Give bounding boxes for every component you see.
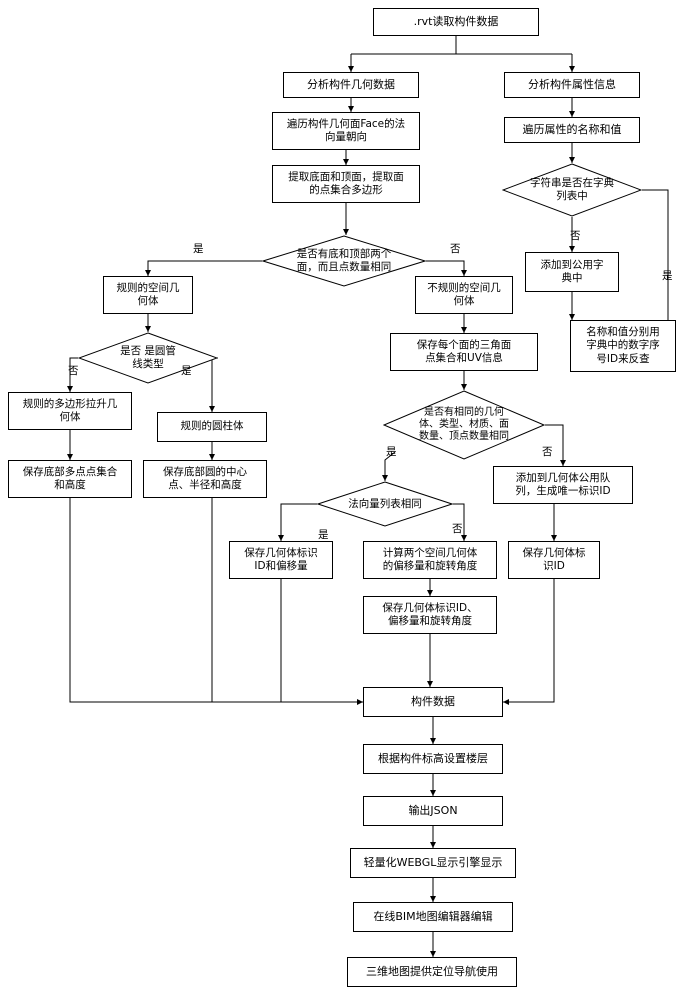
edge-label-yes-normal-list: 是	[318, 529, 329, 541]
node-label: 规则的圆柱体	[180, 420, 244, 433]
edge-label-yes-top-bottom: 是	[193, 243, 204, 255]
node-save-bottom-points-height[interactable]: 保存底部多点点集合 和高度	[8, 460, 132, 498]
node-label: 规则的空间几 何体	[116, 281, 180, 307]
node-label: 保存几何体标识 ID和偏移量	[244, 546, 318, 572]
node-add-to-shared-queue[interactable]: 添加到几何体公用队 列，生成唯一标识ID	[493, 466, 633, 504]
edge-label-no-pipe: 否	[68, 365, 79, 377]
node-label: 构件数据	[411, 695, 455, 709]
node-set-floor-by-elevation[interactable]: 根据构件标高设置楼层	[363, 744, 503, 774]
node-label: 三维地图提供定位导航使用	[366, 965, 498, 979]
diamond-shape	[502, 163, 642, 217]
node-label: 保存底部圆的中心 点、半径和高度	[163, 465, 247, 491]
flowchart-canvas: .rvt读取构件数据 分析构件几何数据 分析构件属性信息 遍历构件几何面Face…	[0, 0, 682, 1000]
decision-is-pipe-type[interactable]: 是否 是圆管 线类型	[78, 332, 218, 384]
node-label: 保存几何体标识ID、 偏移量和旋转角度	[382, 601, 478, 627]
node-label: 不规则的空间几 何体	[427, 281, 501, 307]
node-lookup-by-dictionary-id[interactable]: 名称和值分别用 字典中的数字序 号ID来反查	[570, 320, 676, 372]
node-label: 轻量化WEBGL显示引擎显示	[363, 856, 503, 870]
node-rvt-read[interactable]: .rvt读取构件数据	[373, 8, 539, 36]
decision-normal-list-same[interactable]: 法向量列表相同	[317, 481, 453, 527]
diamond-shape	[383, 390, 545, 460]
node-traverse-property-name-value[interactable]: 遍历属性的名称和值	[504, 117, 640, 143]
decision-has-top-bottom-faces[interactable]: 是否有底和顶部两个 面，而且点数量相同	[262, 235, 426, 287]
node-label: 保存每个面的三角面 点集合和UV信息	[416, 338, 512, 364]
node-irregular-solid[interactable]: 不规则的空间几 何体	[415, 276, 513, 314]
node-label: 提取底面和顶面，提取面 的点集合多边形	[288, 170, 404, 196]
node-analyze-properties[interactable]: 分析构件属性信息	[504, 72, 640, 98]
node-label: 遍历构件几何面Face的法 向量朝向	[286, 117, 406, 143]
node-label: 添加到公用字 典中	[540, 258, 604, 284]
node-analyze-geometry[interactable]: 分析构件几何数据	[283, 72, 419, 98]
node-label: 规则的多边形拉升几 何体	[22, 397, 118, 423]
decision-string-in-dictionary[interactable]: 字符串是否在字典 列表中	[502, 163, 642, 217]
node-save-id-offset-rotation[interactable]: 保存几何体标识ID、 偏移量和旋转角度	[363, 596, 497, 634]
node-label: 添加到几何体公用队 列，生成唯一标识ID	[515, 471, 611, 497]
node-3d-map-navigation[interactable]: 三维地图提供定位导航使用	[347, 957, 517, 987]
edge-label-yes-dictionary: 是	[662, 270, 673, 282]
node-regular-extruded-polygon[interactable]: 规则的多边形拉升几 何体	[8, 392, 132, 430]
node-regular-cylinder[interactable]: 规则的圆柱体	[157, 412, 267, 442]
node-label: 输出JSON	[408, 804, 458, 818]
node-label: 保存底部多点点集合 和高度	[22, 465, 118, 491]
node-output-json[interactable]: 输出JSON	[363, 796, 503, 826]
node-label: 计算两个空间几何体 的偏移量和旋转角度	[382, 546, 478, 572]
node-label: 在线BIM地图编辑器编辑	[373, 910, 493, 924]
node-save-id-and-offset[interactable]: 保存几何体标识 ID和偏移量	[229, 541, 333, 579]
node-label: 名称和值分别用 字典中的数字序 号ID来反查	[586, 326, 660, 365]
node-online-bim-map-editor[interactable]: 在线BIM地图编辑器编辑	[353, 902, 513, 932]
node-compute-offset-rotation[interactable]: 计算两个空间几何体 的偏移量和旋转角度	[363, 541, 497, 579]
node-add-to-dictionary[interactable]: 添加到公用字 典中	[525, 252, 619, 292]
node-save-circle-center-radius-height[interactable]: 保存底部圆的中心 点、半径和高度	[143, 460, 267, 498]
node-label: 根据构件标高设置楼层	[378, 752, 488, 766]
node-save-geometry-id[interactable]: 保存几何体标 识ID	[508, 541, 600, 579]
node-regular-solid[interactable]: 规则的空间几 何体	[103, 276, 193, 314]
node-webgl-engine-display[interactable]: 轻量化WEBGL显示引擎显示	[350, 848, 516, 878]
node-label: 分析构件属性信息	[528, 78, 616, 92]
node-component-data[interactable]: 构件数据	[363, 687, 503, 717]
diamond-shape	[262, 235, 426, 287]
edge-label-no-top-bottom: 否	[450, 243, 461, 255]
node-extract-top-bottom-face[interactable]: 提取底面和顶面，提取面 的点集合多边形	[272, 165, 420, 203]
node-label: 分析构件几何数据	[307, 78, 395, 92]
node-save-triangles-uv[interactable]: 保存每个面的三角面 点集合和UV信息	[390, 333, 538, 371]
node-label: .rvt读取构件数据	[413, 15, 499, 29]
node-label: 保存几何体标 识ID	[522, 546, 586, 572]
edge-label-no-dictionary: 否	[570, 230, 581, 242]
edge-label-no-same-geometry: 否	[542, 446, 553, 458]
node-label: 遍历属性的名称和值	[522, 123, 622, 137]
edge-label-yes-pipe: 是	[181, 365, 192, 377]
node-traverse-face-normal[interactable]: 遍历构件几何面Face的法 向量朝向	[272, 112, 420, 150]
decision-same-geometry-attrs[interactable]: 是否有相同的几何 体、类型、材质、面 数量、顶点数量相同	[383, 390, 545, 460]
diamond-shape	[317, 481, 453, 527]
edge-label-yes-same-geometry: 是	[386, 446, 397, 458]
edge-label-no-normal-list: 否	[452, 523, 463, 535]
diamond-shape	[78, 332, 218, 384]
